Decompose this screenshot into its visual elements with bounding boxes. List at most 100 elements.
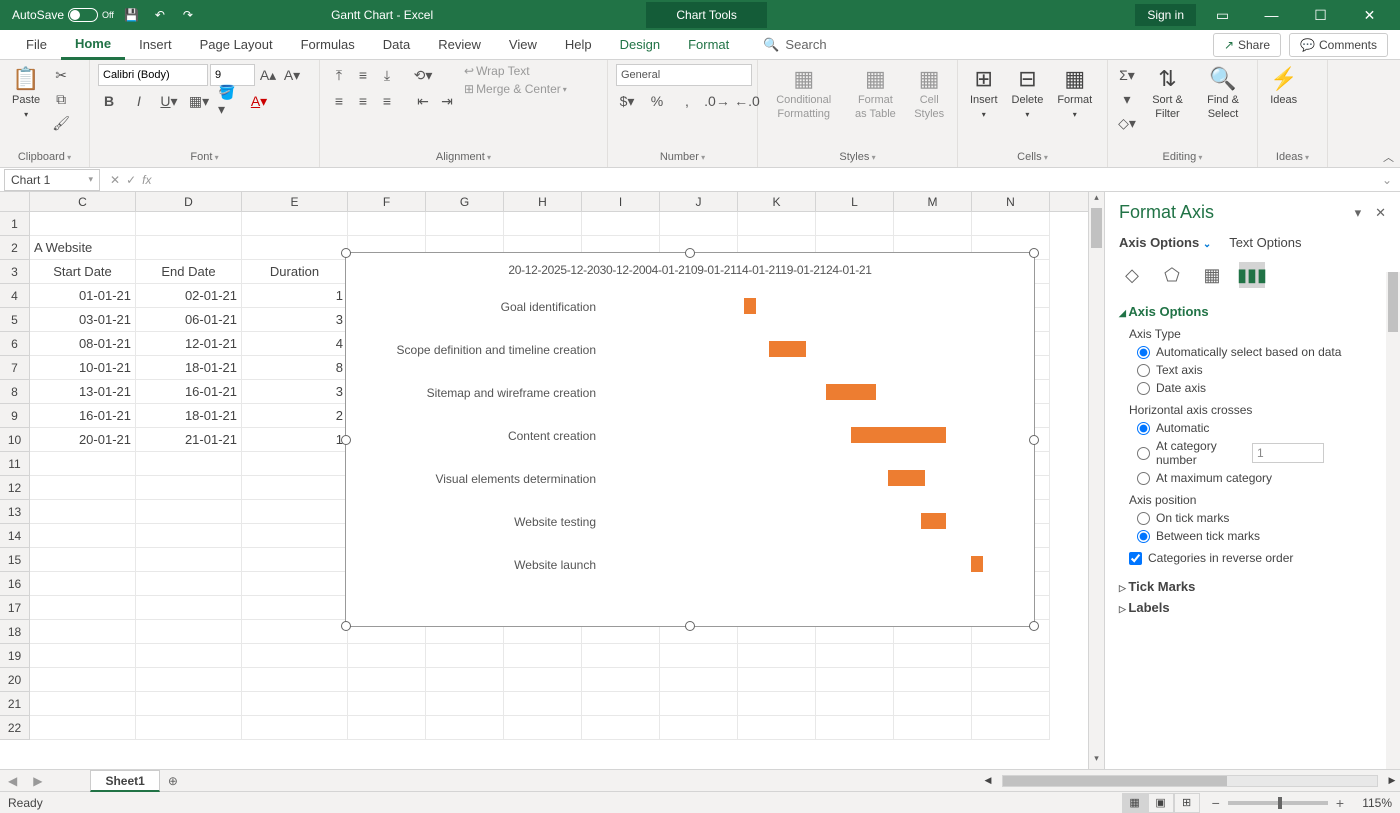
select-all-corner[interactable] [0,192,30,211]
cell[interactable] [30,452,136,476]
find-select-button[interactable]: 🔍Find & Select [1197,64,1249,123]
cell[interactable] [136,644,242,668]
cell[interactable]: 4 [242,332,348,356]
page-layout-view-icon[interactable]: ▣ [1148,793,1174,813]
resize-handle-tr[interactable] [1029,248,1039,258]
border-icon[interactable]: ▦▾ [188,90,210,112]
worksheet-grid[interactable]: CDEFGHIJKLMN 123456789101112131415161718… [0,192,1088,769]
cell[interactable] [30,716,136,740]
font-size-input[interactable] [210,64,255,86]
fx-icon[interactable]: fx [142,173,151,187]
fill-line-icon[interactable]: ◇ [1119,262,1145,288]
tab-formulas[interactable]: Formulas [287,31,369,58]
cell[interactable] [30,500,136,524]
row-header[interactable]: 19 [0,644,29,668]
cell[interactable] [504,212,582,236]
increase-decimal-icon[interactable]: .0→ [706,90,728,112]
cell[interactable]: 3 [242,308,348,332]
zoom-slider[interactable] [1228,801,1328,805]
panel-close-icon[interactable]: ✕ [1375,205,1386,221]
cell[interactable] [242,572,348,596]
undo-icon[interactable]: ↶ [150,5,170,25]
tab-help[interactable]: Help [551,31,606,58]
cell[interactable]: Duration [242,260,348,284]
maximize-icon[interactable]: ☐ [1298,0,1343,30]
radio-between-tick[interactable]: Between tick marks [1137,529,1386,543]
cell[interactable] [816,644,894,668]
percent-icon[interactable]: % [646,90,668,112]
gantt-bar[interactable] [971,556,983,572]
bold-icon[interactable]: B [98,90,120,112]
name-box[interactable]: Chart 1▾ [4,169,100,191]
row-header[interactable]: 5 [0,308,29,332]
cell[interactable]: 16-01-21 [136,380,242,404]
cell[interactable] [136,476,242,500]
format-as-table-button[interactable]: ▦Format as Table [847,64,903,123]
cell[interactable] [30,692,136,716]
row-header[interactable]: 6 [0,332,29,356]
comments-button[interactable]: 💬 Comments [1289,33,1388,57]
cell[interactable] [348,668,426,692]
tab-view[interactable]: View [495,31,551,58]
cell[interactable]: 02-01-21 [136,284,242,308]
axis-options-tab[interactable]: Axis Options ⌄ [1119,235,1211,250]
cell[interactable] [348,644,426,668]
ideas-button[interactable]: ⚡Ideas [1266,64,1301,110]
hscroll-right-icon[interactable]: ▶ [1384,775,1400,786]
number-format-select[interactable] [616,64,752,86]
cell[interactable] [894,668,972,692]
row-header[interactable]: 17 [0,596,29,620]
merge-center-button[interactable]: ⊞ Merge & Center ▾ [464,82,567,96]
sheet-tab-sheet1[interactable]: Sheet1 [90,770,159,792]
align-bottom-icon[interactable]: ⤓ [376,64,398,86]
cell[interactable] [504,644,582,668]
radio-on-tick[interactable]: On tick marks [1137,511,1386,525]
radio-date-axis[interactable]: Date axis [1137,381,1386,395]
copy-icon[interactable]: ⧉ [50,88,72,110]
align-middle-icon[interactable]: ≡ [352,64,374,86]
cell[interactable] [242,476,348,500]
cell[interactable] [816,716,894,740]
cell[interactable] [660,692,738,716]
resize-handle-bc[interactable] [685,621,695,631]
orientation-icon[interactable]: ⟲▾ [412,64,434,86]
column-header[interactable]: M [894,192,972,211]
row-header[interactable]: 4 [0,284,29,308]
cell[interactable] [894,212,972,236]
italic-icon[interactable]: I [128,90,150,112]
size-props-icon[interactable]: ▦ [1199,262,1225,288]
row-header[interactable]: 10 [0,428,29,452]
resize-handle-br[interactable] [1029,621,1039,631]
cell[interactable]: A Website [30,236,136,260]
align-left-icon[interactable]: ≡ [328,90,350,112]
gantt-bar[interactable] [888,470,925,486]
cell[interactable]: 18-01-21 [136,356,242,380]
cell[interactable] [582,716,660,740]
cell[interactable] [242,452,348,476]
increase-indent-icon[interactable]: ⇥ [436,90,458,112]
horizontal-scrollbar[interactable] [1002,775,1378,787]
cell[interactable] [136,500,242,524]
comma-icon[interactable]: , [676,90,698,112]
column-header[interactable]: I [582,192,660,211]
column-header[interactable]: J [660,192,738,211]
cell[interactable] [348,212,426,236]
cell[interactable] [660,716,738,740]
page-break-view-icon[interactable]: ⊞ [1174,793,1200,813]
cell[interactable] [242,668,348,692]
cell[interactable] [582,644,660,668]
row-header[interactable]: 22 [0,716,29,740]
cell[interactable] [972,212,1050,236]
cell[interactable] [738,716,816,740]
tab-design[interactable]: Design [606,31,674,58]
cell[interactable] [136,212,242,236]
cell[interactable] [242,692,348,716]
column-header[interactable]: G [426,192,504,211]
fill-icon[interactable]: ▾ [1116,88,1138,110]
cell[interactable] [30,668,136,692]
cell[interactable]: 3 [242,380,348,404]
cell[interactable]: 01-01-21 [30,284,136,308]
cell[interactable] [738,668,816,692]
clear-icon[interactable]: ◇▾ [1116,112,1138,134]
cell[interactable] [30,476,136,500]
